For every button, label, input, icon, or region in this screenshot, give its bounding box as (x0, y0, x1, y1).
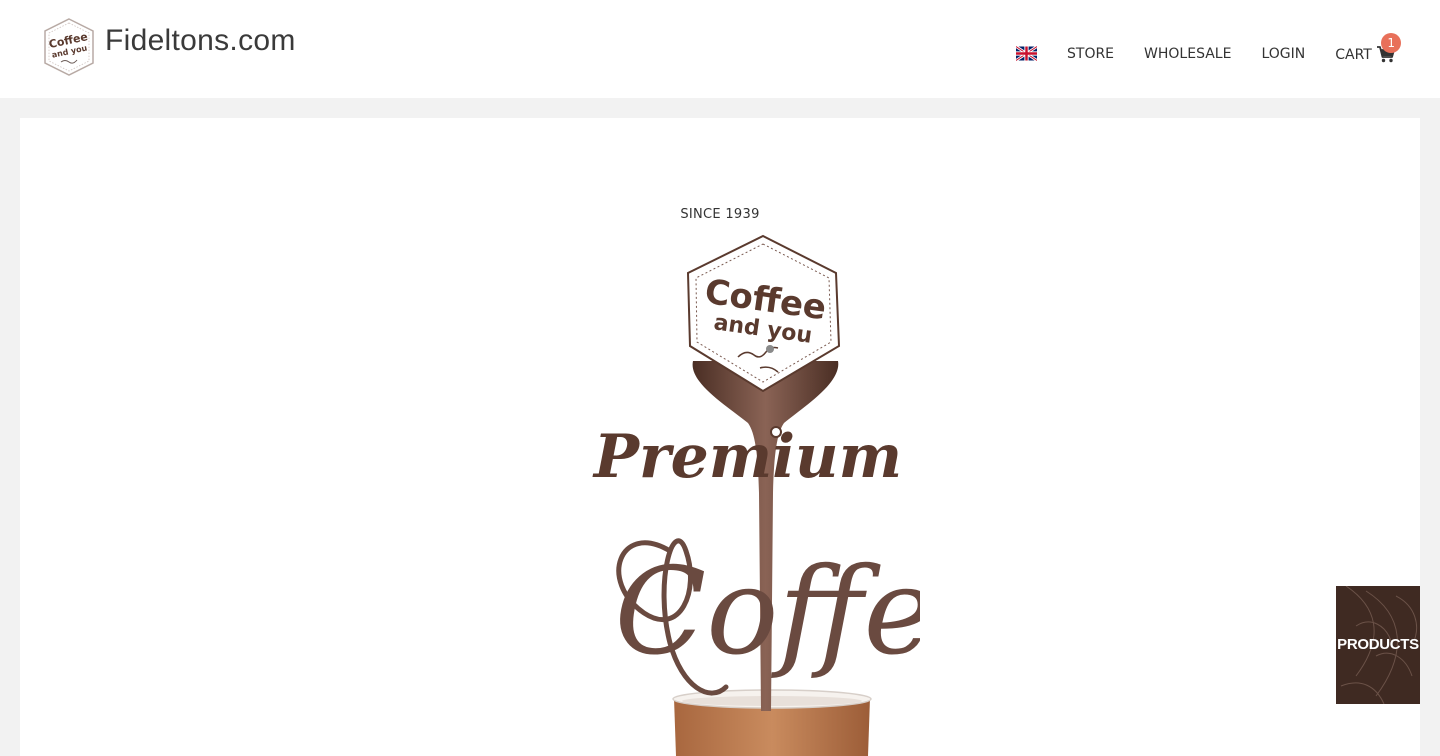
cart-label: CART (1335, 46, 1372, 63)
products-side-tab[interactable]: PRODUCTS (1336, 586, 1420, 704)
hero-panel: SINCE 1939 Coffee and you Premium Coff (20, 118, 1420, 756)
svg-text:Coffee: Coffee (614, 543, 920, 682)
since-text: SINCE 1939 (680, 207, 760, 222)
cart-button[interactable]: CART 1 (1335, 33, 1402, 63)
site-header: Coffee and you Fideltons.com STORE WHOLE… (0, 0, 1440, 98)
cart-count-badge: 1 (1381, 33, 1402, 53)
premium-coffee-hero-image: Coffee and you Premium Coffee (592, 234, 920, 756)
products-tab-label: PRODUCTS (1337, 636, 1419, 653)
uk-flag-icon[interactable] (1016, 46, 1037, 61)
brand[interactable]: Coffee and you Fideltons.com (41, 17, 296, 77)
nav-wholesale-link[interactable]: WHOLESALE (1144, 46, 1231, 62)
nav-login-link[interactable]: LOGIN (1261, 46, 1305, 62)
brand-logo-icon[interactable]: Coffee and you (41, 17, 97, 77)
main-nav: STORE WHOLESALE LOGIN CART 1 (1016, 33, 1402, 63)
svg-text:Premium: Premium (592, 422, 902, 492)
nav-store-link[interactable]: STORE (1067, 46, 1114, 62)
site-name[interactable]: Fideltons.com (105, 26, 296, 56)
